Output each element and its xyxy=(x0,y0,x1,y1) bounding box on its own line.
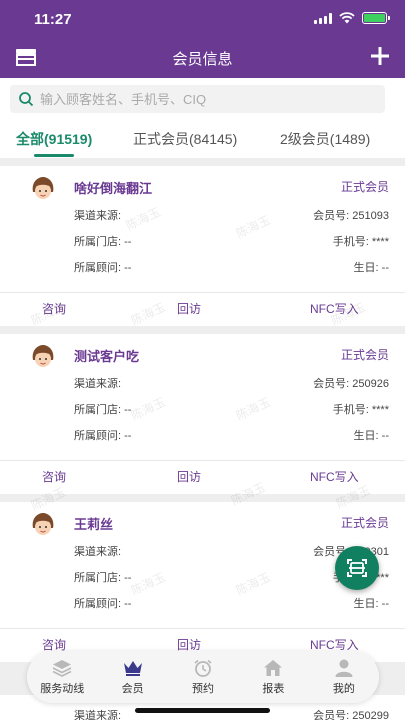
store-value: -- xyxy=(124,404,132,416)
phone-value: **** xyxy=(371,236,389,248)
tabbar-label: 预约 xyxy=(192,682,215,695)
store-label: 所属门店: -- xyxy=(74,572,132,584)
consult-button[interactable]: 咨询 xyxy=(42,468,66,485)
member-name: 啥好倒海翻江 xyxy=(74,181,153,196)
avatar xyxy=(32,513,54,535)
advisor-label: 所属顾问: -- xyxy=(74,430,132,442)
store-value: -- xyxy=(124,236,132,248)
member-name: 测试客户吃 xyxy=(74,349,140,364)
member-no: 会员号: 251093 xyxy=(313,210,389,222)
user-icon xyxy=(335,659,353,677)
birthday: 生日: -- xyxy=(353,598,389,610)
advisor-value: -- xyxy=(124,262,132,274)
advisor-value: -- xyxy=(124,598,132,610)
wifi-icon xyxy=(339,12,355,24)
member-no-value: 250299 xyxy=(352,710,389,720)
avatar xyxy=(32,177,54,199)
consult-button[interactable]: 咨询 xyxy=(42,300,66,317)
search-input[interactable] xyxy=(40,91,360,107)
channel-label: 渠道来源: xyxy=(74,546,122,558)
tabbar-label: 报表 xyxy=(262,682,285,695)
tab-formal-member[interactable]: 正式会员(84145) xyxy=(133,129,237,149)
card-divider xyxy=(0,460,405,461)
tabbar-item-member[interactable]: 会员 xyxy=(97,651,167,703)
crown-icon xyxy=(123,660,142,676)
advisor-label: 所属顾问: -- xyxy=(74,262,132,274)
tab-level2-member[interactable]: 2级会员(1489) xyxy=(280,129,370,149)
member-type: 正式会员 xyxy=(340,348,389,362)
tabbar-label: 服务动线 xyxy=(40,682,85,695)
birthday-value: -- xyxy=(381,430,389,442)
status-icons xyxy=(314,12,390,24)
add-icon[interactable] xyxy=(369,45,391,67)
revisit-button[interactable]: 回访 xyxy=(177,300,201,317)
birthday: 生日: -- xyxy=(353,430,389,442)
home-icon xyxy=(264,659,283,676)
revisit-button[interactable]: 回访 xyxy=(177,468,201,485)
birthday-value: -- xyxy=(381,262,389,274)
clock-icon xyxy=(194,659,212,677)
birthday: 生日: -- xyxy=(353,262,389,274)
channel-label: 渠道来源: xyxy=(74,710,122,720)
bottom-tab-bar: 服务动线 会员 预约 报表 我的 xyxy=(27,651,379,703)
avatar xyxy=(32,345,54,367)
tabbar-label: 会员 xyxy=(121,682,144,695)
channel-label: 渠道来源: xyxy=(74,210,122,222)
tabbar-item-mine[interactable]: 我的 xyxy=(309,651,379,703)
tabbar-label: 我的 xyxy=(332,682,355,695)
store-label: 所属门店: -- xyxy=(74,236,132,248)
phone-value: **** xyxy=(371,404,389,416)
tab-all[interactable]: 全部(91519) xyxy=(16,129,92,149)
tab-indicator xyxy=(34,154,74,157)
app-header: 11:27 会员信息 xyxy=(0,0,405,78)
advisor-label: 所属顾问: -- xyxy=(74,598,132,610)
member-tabs: 全部(91519) 正式会员(84145) 2级会员(1489) xyxy=(0,120,405,158)
tabbar-item-report[interactable]: 报表 xyxy=(238,651,308,703)
layers-icon xyxy=(52,659,72,677)
member-no-value: 250926 xyxy=(352,378,389,390)
search-box[interactable] xyxy=(10,85,385,113)
member-card[interactable]: 啥好倒海翻江 正式会员 渠道来源: 所属门店: -- 所属顾问: -- 会员号:… xyxy=(0,166,405,326)
tabbar-item-appointment[interactable]: 预约 xyxy=(168,651,238,703)
advisor-value: -- xyxy=(124,430,132,442)
phone: 手机号: **** xyxy=(332,236,389,248)
search-icon xyxy=(19,92,34,107)
member-no-value: 251093 xyxy=(352,210,389,222)
search-bar xyxy=(0,78,405,120)
tabbar-item-service-flow[interactable]: 服务动线 xyxy=(27,651,97,703)
page-title: 会员信息 xyxy=(172,51,233,68)
member-no: 会员号: 250299 xyxy=(313,710,389,720)
birthday-value: -- xyxy=(381,598,389,610)
member-type: 正式会员 xyxy=(340,516,389,530)
store-value: -- xyxy=(124,572,132,584)
nfc-write-button[interactable]: NFC写入 xyxy=(310,468,359,485)
battery-icon xyxy=(362,12,390,24)
member-type: 正式会员 xyxy=(340,180,389,194)
member-name: 王莉丝 xyxy=(74,517,114,532)
status-time: 11:27 xyxy=(34,11,72,28)
signal-icon xyxy=(314,12,332,24)
home-indicator xyxy=(135,708,270,713)
channel-label: 渠道来源: xyxy=(74,378,122,390)
status-bar: 11:27 xyxy=(0,0,405,38)
card-divider xyxy=(0,292,405,293)
nfc-write-button[interactable]: NFC写入 xyxy=(310,300,359,317)
scan-icon xyxy=(347,559,367,577)
card-divider xyxy=(0,628,405,629)
member-no: 会员号: 250926 xyxy=(313,378,389,390)
store-label: 所属门店: -- xyxy=(74,404,132,416)
phone: 手机号: **** xyxy=(332,404,389,416)
member-card[interactable]: 测试客户吃 正式会员 渠道来源: 所属门店: -- 所属顾问: -- 会员号: … xyxy=(0,334,405,494)
scan-button[interactable] xyxy=(335,546,379,590)
